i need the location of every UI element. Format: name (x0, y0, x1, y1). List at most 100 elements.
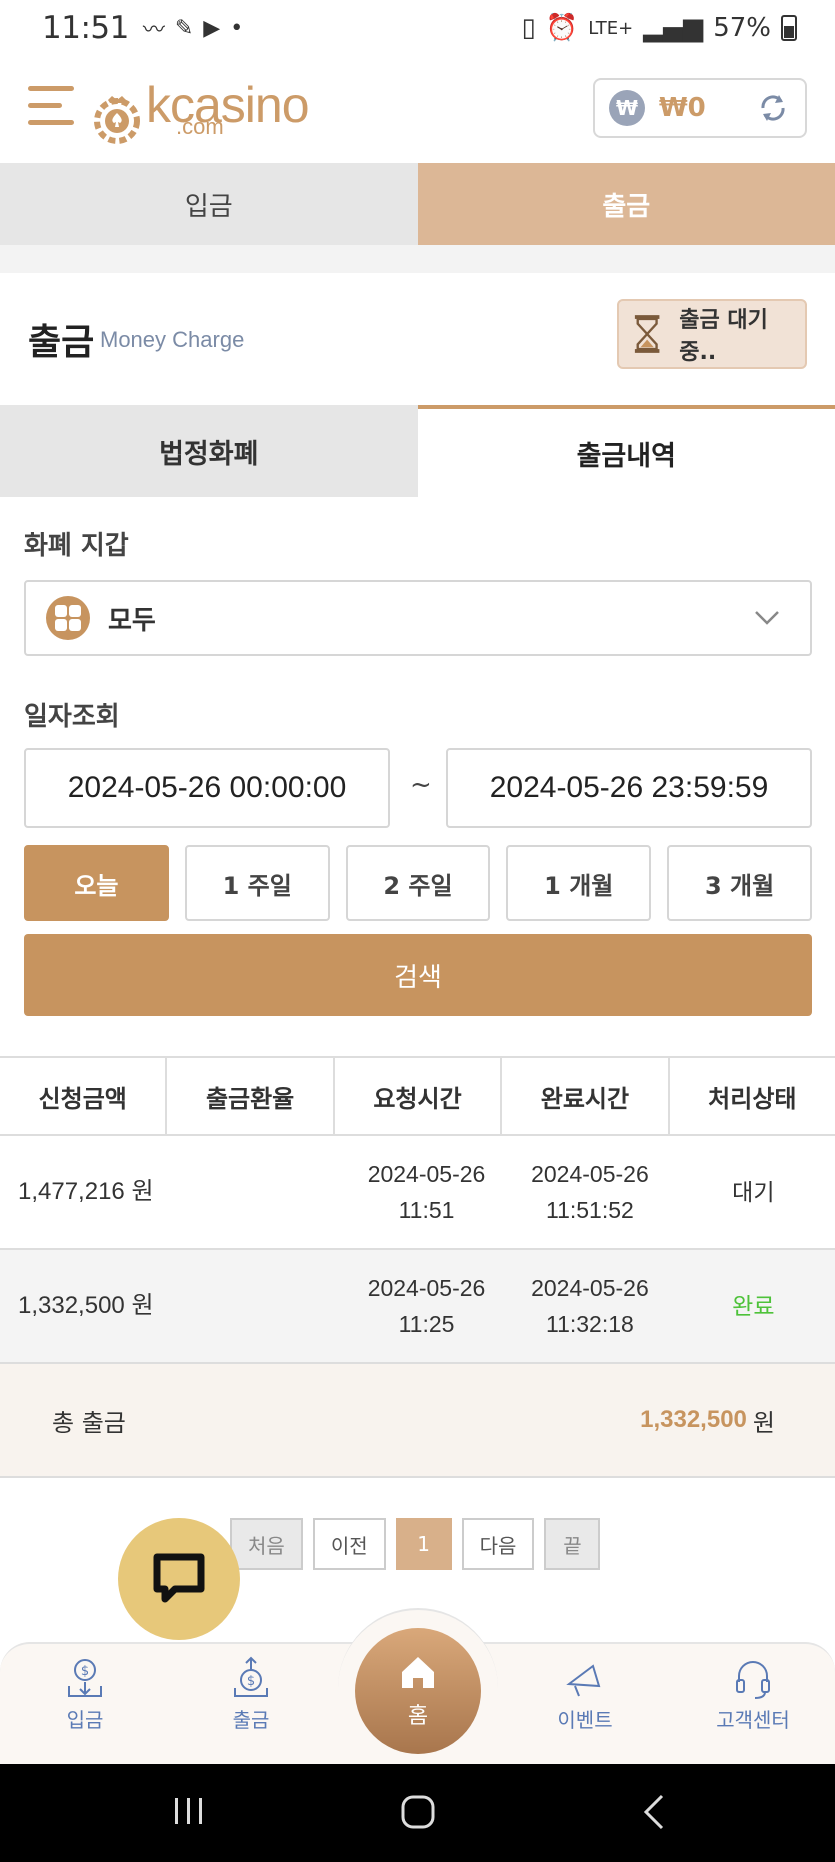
chat-button[interactable] (118, 1518, 240, 1640)
period-1month-button[interactable]: 1 개월 (506, 845, 652, 921)
col-status: 처리상태 (708, 1084, 797, 1113)
nav-home-button[interactable]: 홈 (355, 1628, 481, 1754)
section-header: 출금 Money Charge 출금 대기 중.. (0, 273, 835, 405)
nav-event[interactable]: 이벤트 (530, 1656, 640, 1733)
battery-percent: 57% (713, 13, 771, 43)
chevron-down-icon (755, 611, 779, 625)
nav-support[interactable]: 고객센터 (698, 1656, 808, 1733)
svg-text:$: $ (247, 1674, 255, 1689)
home-icon (402, 1657, 434, 1688)
row-complete-clock: 11:32:18 (546, 1311, 634, 1337)
period-2weeks-button[interactable]: 2 주일 (345, 845, 491, 921)
alarm-icon: ⏰ (545, 13, 579, 43)
date-query-label: 일자조회 (24, 702, 120, 732)
youtube-icon: ▶ (203, 15, 221, 41)
system-nav-bar (0, 1764, 835, 1862)
search-button[interactable]: 검색 (24, 934, 812, 1016)
page-prev-button[interactable]: 이전 (312, 1518, 386, 1570)
status-time: 11:51 (42, 10, 129, 46)
page-next-button[interactable]: 다음 (461, 1518, 535, 1570)
start-date-input[interactable]: 2024-05-26 00:00:00 (24, 748, 390, 828)
total-label: 총 출금 (52, 1408, 126, 1437)
row-rate (181, 1136, 344, 1248)
logo-text: kcasino (146, 77, 310, 133)
logo-chip-icon (94, 96, 140, 144)
row-complete-clock: 11:51:52 (546, 1197, 634, 1223)
period-today-button[interactable]: 오늘 (24, 845, 169, 921)
signal-icon: ▂▄▆ (643, 13, 704, 43)
row-status: 대기 (732, 1179, 775, 1205)
nav-deposit-label: 입금 (66, 1708, 104, 1732)
row-request-clock: 11:25 (398, 1311, 455, 1337)
wallet-label: 화폐 지갑 (24, 531, 129, 561)
row-complete-date: 2024-05-26 (531, 1275, 649, 1301)
row-status: 완료 (732, 1293, 775, 1319)
table-header: 신청금액 출금환율 요청시간 완료시간 처리상태 (0, 1056, 835, 1136)
headset-icon (736, 1661, 770, 1699)
back-icon[interactable] (640, 1794, 670, 1830)
page-title: 출금 (28, 322, 95, 363)
table-row: 1,332,500 원 2024-05-26 11:25 2024-05-26 … (0, 1250, 835, 1364)
nav-home-label: 홈 (407, 1704, 429, 1729)
nav-event-label: 이벤트 (557, 1708, 613, 1732)
megaphone-icon (566, 1664, 601, 1697)
home-system-icon[interactable] (400, 1794, 436, 1830)
nav-withdraw-label: 출금 (232, 1708, 270, 1732)
row-amount: 1,332,500 원 (18, 1292, 154, 1319)
row-rate (181, 1250, 344, 1362)
network-type: LTE+ (588, 17, 634, 39)
period-buttons: 오늘 1 주일 2 주일 1 개월 3 개월 (24, 845, 812, 921)
page-last-button[interactable]: 끝 (544, 1518, 601, 1570)
won-icon: ₩ (609, 90, 645, 126)
notification-icons: 〰 ✎ ▶ • (143, 12, 243, 44)
col-complete-time: 완료시간 (502, 1058, 670, 1134)
battery-saver-icon: ▯ (521, 13, 536, 43)
date-separator: ~ (410, 770, 432, 800)
wallet-select[interactable]: 모두 (24, 580, 812, 656)
refresh-icon[interactable] (755, 90, 791, 126)
col-request-time: 요청시간 (335, 1058, 503, 1134)
tab-deposit[interactable]: 입금 (0, 163, 418, 245)
logo-domain: .com (176, 114, 224, 139)
table-row: 1,477,216 원 2024-05-26 11:51 2024-05-26 … (0, 1136, 835, 1250)
balance-value: ₩0 (659, 93, 706, 123)
page-subtitle: Money Charge (100, 327, 245, 352)
nav-support-label: 고객센터 (716, 1708, 790, 1732)
row-complete-time: 2024-05-26 11:32:18 (508, 1250, 671, 1362)
signal-wave-icon: 〰 (142, 18, 165, 43)
tab-withdraw-history[interactable]: 출금내역 (417, 405, 835, 497)
status-bar: 11:51 〰 ✎ ▶ • ▯ ⏰ LTE+ ▂▄▆ 57% (0, 0, 835, 56)
total-value: 1,332,500 (640, 1406, 747, 1433)
tab-withdraw[interactable]: 출금 (417, 163, 835, 245)
row-request-date: 2024-05-26 (367, 1161, 486, 1187)
row-amount: 1,477,216 원 (18, 1178, 154, 1205)
nav-deposit[interactable]: $ 입금 (30, 1656, 140, 1733)
page-first-button[interactable]: 처음 (230, 1518, 303, 1570)
nav-withdraw[interactable]: $ 출금 (196, 1656, 306, 1733)
withdraw-history-table: 신청금액 출금환율 요청시간 완료시간 처리상태 1,477,216 원 202… (0, 1056, 835, 1478)
total-unit: 원 (752, 1408, 775, 1437)
period-3months-button[interactable]: 3 개월 (667, 845, 812, 921)
row-request-time: 2024-05-26 11:51 (345, 1136, 508, 1248)
battery-icon (781, 15, 797, 41)
page-current-button[interactable]: 1 (395, 1518, 452, 1570)
svg-text:$: $ (81, 1664, 89, 1679)
sub-tabs: 법정화폐 출금내역 (0, 405, 835, 497)
feather-icon: ✎ (174, 15, 194, 41)
period-1week-button[interactable]: 1 주일 (184, 845, 330, 921)
menu-icon[interactable] (28, 86, 74, 132)
col-amount: 신청금액 (0, 1058, 168, 1134)
withdraw-pending-button[interactable]: 출금 대기 중.. (617, 299, 807, 369)
row-request-time: 2024-05-26 11:25 (345, 1250, 508, 1362)
withdraw-pending-label: 출금 대기 중.. (679, 308, 768, 365)
tab-fiat[interactable]: 법정화폐 (0, 405, 418, 497)
dot-icon: • (230, 15, 244, 41)
recent-apps-icon[interactable] (172, 1794, 206, 1828)
row-complete-time: 2024-05-26 11:51:52 (508, 1136, 671, 1248)
row-request-clock: 11:51 (398, 1197, 455, 1223)
deposit-icon: $ (68, 1659, 102, 1697)
row-request-date: 2024-05-26 (367, 1275, 486, 1301)
end-date-input[interactable]: 2024-05-26 23:59:59 (446, 748, 812, 828)
pagination: 처음 이전 1 다음 끝 (230, 1518, 601, 1570)
balance-box[interactable]: ₩ ₩0 (593, 78, 807, 138)
